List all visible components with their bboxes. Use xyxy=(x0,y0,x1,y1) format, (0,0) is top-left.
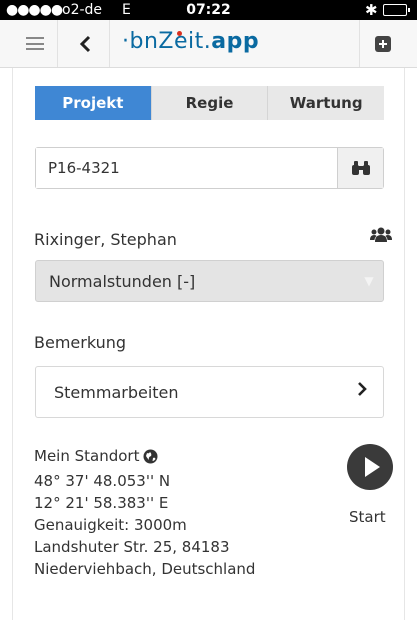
type-tabs: Projekt Regie Wartung xyxy=(35,86,385,120)
menu-button[interactable] xyxy=(12,20,58,67)
address-street: Landshuter Str. 25, 84183 xyxy=(34,538,230,556)
remark-field[interactable]: Stemmarbeiten xyxy=(35,366,384,418)
plus-square-icon xyxy=(374,35,391,52)
globe-icon[interactable] xyxy=(143,448,158,470)
main-content: Projekt Regie Wartung Rixinger, Stephan xyxy=(12,68,405,620)
latitude: 48° 37' 48.053'' N xyxy=(34,472,171,490)
longitude: 12° 21' 58.383'' E xyxy=(34,494,169,512)
binoculars-icon xyxy=(351,161,370,175)
logo-prefix: ·bnZ xyxy=(122,29,174,54)
chevron-right-icon xyxy=(357,381,367,402)
battery-icon xyxy=(383,4,410,16)
bluetooth-icon: ✱ xyxy=(365,1,378,19)
navbar: ·bnZe it.app xyxy=(0,20,417,68)
clock: 07:22 xyxy=(186,2,231,18)
start-label[interactable]: Start xyxy=(349,508,386,526)
caret-down-icon: ▼ xyxy=(364,274,374,288)
remark-value: Stemmarbeiten xyxy=(54,382,179,402)
accuracy: Genauigkeit: 3000m xyxy=(34,516,187,534)
tab-projekt[interactable]: Projekt xyxy=(35,86,152,120)
status-bar: ●●●●● o2-de E 07:22 ✱ xyxy=(0,0,417,20)
group-icon[interactable] xyxy=(370,226,392,248)
tab-wartung[interactable]: Wartung xyxy=(268,86,385,120)
app-logo: ·bnZe it.app xyxy=(122,29,259,54)
tab-regie[interactable]: Regie xyxy=(151,86,269,120)
project-search xyxy=(35,147,384,189)
location-info: Mein Standort 48° 37' 48.053'' N 12° 21'… xyxy=(34,445,255,580)
logo-rest: it. xyxy=(188,29,212,54)
search-button[interactable] xyxy=(337,148,383,188)
hamburger-icon xyxy=(25,37,44,50)
logo-app: app xyxy=(211,29,260,54)
chevron-left-icon xyxy=(79,35,90,52)
address-city: Niederviehbach, Deutschland xyxy=(34,560,256,578)
employee-name: Rixinger, Stephan xyxy=(34,230,177,249)
add-button[interactable] xyxy=(359,20,405,67)
hours-type-value: Normalstunden [-] xyxy=(49,271,196,291)
location-title: Mein Standort xyxy=(34,447,140,465)
remark-label: Bemerkung xyxy=(34,333,127,352)
back-button[interactable] xyxy=(60,20,110,67)
location-title-row: Mein Standort xyxy=(34,445,255,470)
project-number-input[interactable] xyxy=(36,148,337,188)
start-button[interactable] xyxy=(347,444,393,490)
hours-type-select[interactable]: Normalstunden [-] ▼ xyxy=(35,260,384,302)
logo-e: e xyxy=(173,29,189,54)
